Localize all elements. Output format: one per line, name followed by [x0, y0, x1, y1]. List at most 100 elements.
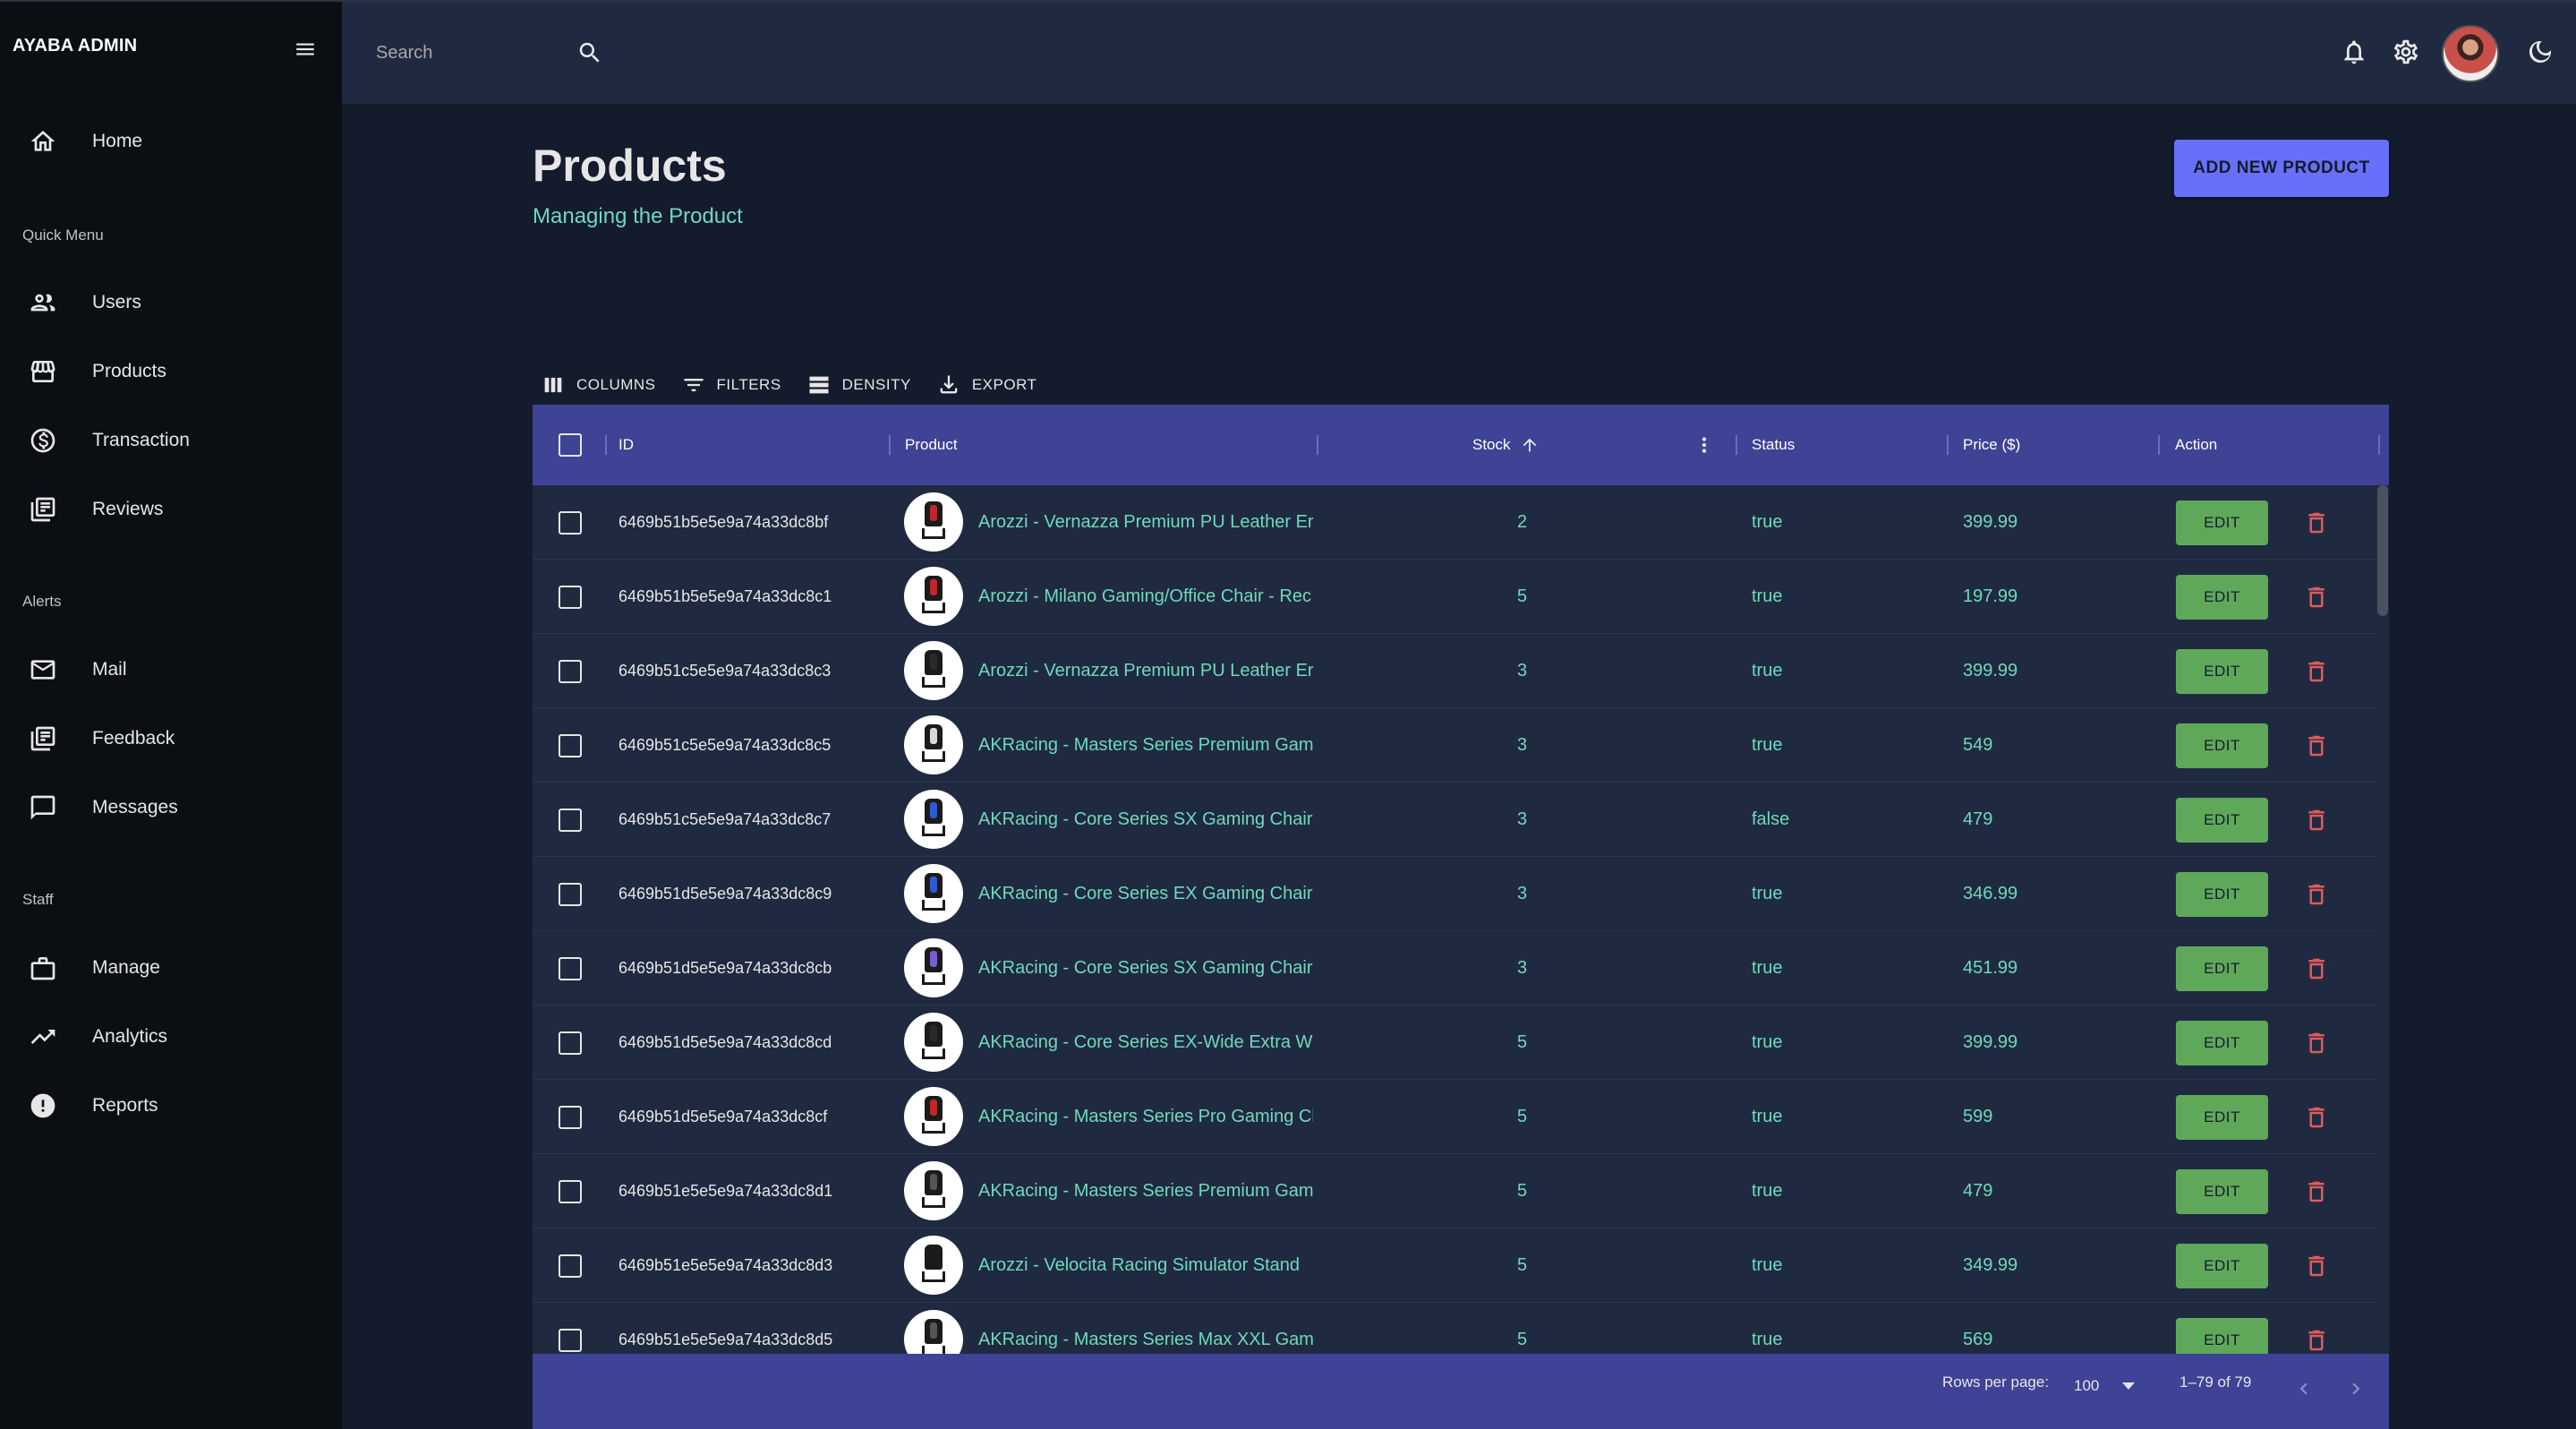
- cell-status: true: [1752, 512, 1783, 532]
- trash-icon: [2308, 958, 2324, 980]
- delete-button[interactable]: [2303, 880, 2330, 909]
- column-separator[interactable]: [889, 435, 891, 455]
- menu-toggle-button[interactable]: [290, 38, 320, 61]
- density-button[interactable]: DENSITY: [806, 372, 911, 398]
- theme-toggle-button[interactable]: [2526, 38, 2555, 66]
- edit-button[interactable]: EDIT: [2176, 1021, 2268, 1065]
- edit-button[interactable]: EDIT: [2176, 1095, 2268, 1140]
- next-page-button[interactable]: [2344, 1377, 2367, 1400]
- sidebar-item-mail[interactable]: Mail: [0, 641, 342, 698]
- settings-button[interactable]: [2392, 38, 2420, 66]
- sidebar-item-analytics[interactable]: Analytics: [0, 1008, 342, 1065]
- row-checkbox[interactable]: [559, 1328, 582, 1352]
- edit-button[interactable]: EDIT: [2176, 1169, 2268, 1214]
- delete-button[interactable]: [2303, 583, 2330, 612]
- column-header-product[interactable]: Product: [905, 405, 958, 485]
- column-separator[interactable]: [2158, 435, 2160, 455]
- sidebar-item-reports[interactable]: Reports: [0, 1077, 342, 1134]
- column-header-id[interactable]: ID: [618, 405, 634, 485]
- edit-button[interactable]: EDIT: [2176, 501, 2268, 545]
- row-checkbox[interactable]: [559, 585, 582, 609]
- delete-button[interactable]: [2303, 1103, 2330, 1132]
- export-button[interactable]: EXPORT: [936, 372, 1037, 398]
- trash-icon: [2308, 884, 2324, 905]
- cell-id: 6469b51b5e5e9a74a33dc8bf: [618, 513, 829, 531]
- scrollbar-thumb[interactable]: [2377, 485, 2388, 616]
- delete-button[interactable]: [2303, 1029, 2330, 1057]
- edit-button[interactable]: EDIT: [2176, 649, 2268, 694]
- sidebar-item-users[interactable]: Users: [0, 274, 342, 331]
- row-checkbox[interactable]: [559, 956, 582, 980]
- delete-button[interactable]: [2303, 806, 2330, 834]
- row-checkbox[interactable]: [559, 808, 582, 832]
- table-row[interactable]: 6469b51c5e5e9a74a33dc8c7 AKRacing - Core …: [533, 783, 2389, 857]
- table-row[interactable]: 6469b51e5e5e9a74a33dc8d3 Arozzi - Velocit…: [533, 1228, 2389, 1303]
- row-checkbox[interactable]: [559, 1179, 582, 1203]
- filters-button[interactable]: FILTERS: [681, 372, 781, 398]
- edit-button[interactable]: EDIT: [2176, 1244, 2268, 1288]
- edit-button[interactable]: EDIT: [2176, 872, 2268, 917]
- column-separator[interactable]: [1947, 435, 1949, 455]
- cell-status: true: [1752, 1181, 1783, 1201]
- delete-button[interactable]: [2303, 1177, 2330, 1206]
- row-checkbox[interactable]: [559, 1105, 582, 1129]
- table-row[interactable]: 6469b51c5e5e9a74a33dc8c3 Arozzi - Vernazz…: [533, 634, 2389, 708]
- column-separator[interactable]: [1736, 435, 1737, 455]
- row-checkbox[interactable]: [559, 733, 582, 757]
- column-menu-button[interactable]: [1693, 405, 1716, 485]
- add-new-product-button[interactable]: ADD NEW PRODUCT: [2174, 140, 2389, 197]
- previous-page-button[interactable]: [2292, 1377, 2316, 1400]
- table-row[interactable]: 6469b51d5e5e9a74a33dc8cf AKRacing - Maste…: [533, 1080, 2389, 1154]
- notifications-button[interactable]: [2340, 38, 2368, 66]
- row-checkbox-cell: [559, 1005, 582, 1080]
- edit-button[interactable]: EDIT: [2176, 575, 2268, 620]
- sidebar-item-messages[interactable]: Messages: [0, 779, 342, 836]
- column-header-status[interactable]: Status: [1752, 405, 1795, 485]
- column-separator[interactable]: [2378, 435, 2380, 455]
- cell-stock: 3: [1517, 735, 1528, 755]
- edit-button[interactable]: EDIT: [2176, 946, 2268, 991]
- row-checkbox[interactable]: [559, 882, 582, 906]
- delete-button[interactable]: [2303, 954, 2330, 983]
- sidebar-item-home[interactable]: Home: [0, 113, 342, 170]
- sidebar-item-feedback[interactable]: Feedback: [0, 710, 342, 767]
- sidebar-item-label: Mail: [92, 659, 127, 680]
- column-separator[interactable]: [605, 435, 607, 455]
- select-all-checkbox[interactable]: [559, 433, 582, 457]
- sidebar-item-transaction[interactable]: Transaction: [0, 412, 342, 469]
- table-row[interactable]: 6469b51b5e5e9a74a33dc8c1 Arozzi - Milano …: [533, 560, 2389, 634]
- product-thumbnail: [904, 864, 963, 923]
- rows-per-page-select[interactable]: 100: [2074, 1377, 2136, 1395]
- row-checkbox-cell: [559, 1080, 582, 1154]
- column-header-action[interactable]: Action: [2175, 405, 2217, 485]
- delete-button[interactable]: [2303, 657, 2330, 686]
- column-separator[interactable]: [1317, 435, 1318, 455]
- trash-icon: [2308, 809, 2324, 831]
- table-row[interactable]: 6469b51b5e5e9a74a33dc8bf Arozzi - Vernazz…: [533, 485, 2389, 560]
- edit-button[interactable]: EDIT: [2176, 723, 2268, 768]
- table-row[interactable]: 6469b51d5e5e9a74a33dc8c9 AKRacing - Core …: [533, 857, 2389, 931]
- row-checkbox[interactable]: [559, 1254, 582, 1278]
- delete-button[interactable]: [2303, 1252, 2330, 1280]
- avatar[interactable]: [2442, 25, 2499, 82]
- columns-button[interactable]: COLUMNS: [541, 372, 656, 398]
- table-row[interactable]: 6469b51c5e5e9a74a33dc8c5 AKRacing - Maste…: [533, 708, 2389, 783]
- sidebar-item-products[interactable]: Products: [0, 343, 342, 400]
- delete-button[interactable]: [2303, 732, 2330, 760]
- table-row[interactable]: 6469b51d5e5e9a74a33dc8cb AKRacing - Core …: [533, 931, 2389, 1005]
- delete-button[interactable]: [2303, 1326, 2330, 1355]
- table-row[interactable]: 6469b51e5e5e9a74a33dc8d1 AKRacing - Maste…: [533, 1154, 2389, 1228]
- row-checkbox[interactable]: [559, 659, 582, 683]
- sidebar-item-manage[interactable]: Manage: [0, 939, 342, 997]
- table-row[interactable]: 6469b51d5e5e9a74a33dc8cd AKRacing - Core …: [533, 1005, 2389, 1080]
- row-checkbox[interactable]: [559, 510, 582, 535]
- sidebar-item-reviews[interactable]: Reviews: [0, 481, 342, 538]
- row-checkbox[interactable]: [559, 1031, 582, 1055]
- cell-id: 6469b51c5e5e9a74a33dc8c7: [618, 810, 832, 828]
- delete-button[interactable]: [2303, 509, 2330, 537]
- column-header-stock[interactable]: Stock: [1472, 405, 1540, 485]
- search-input[interactable]: [376, 38, 564, 68]
- column-header-price[interactable]: Price ($): [1963, 405, 2020, 485]
- search-button[interactable]: [576, 39, 603, 66]
- edit-button[interactable]: EDIT: [2176, 798, 2268, 843]
